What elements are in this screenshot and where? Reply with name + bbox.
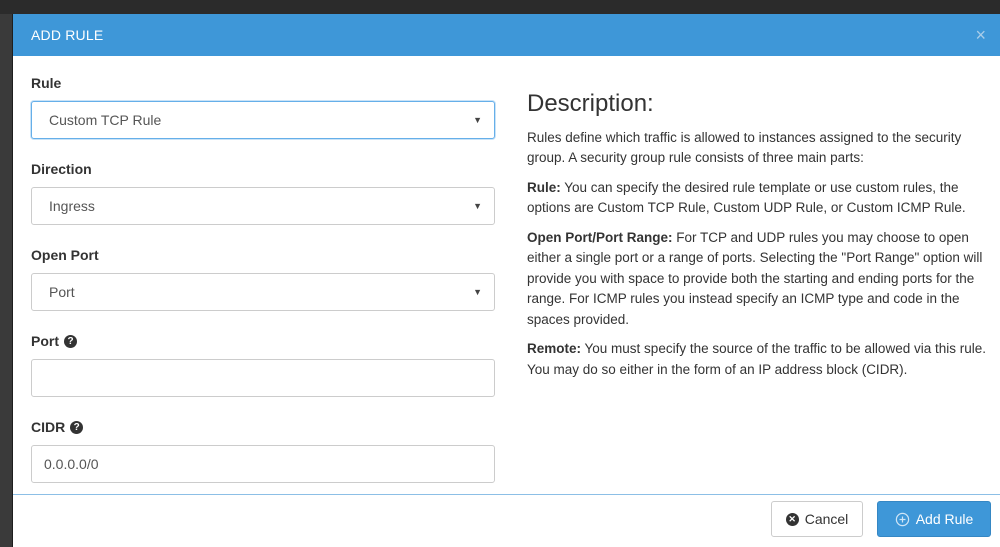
port-field: Port ? (31, 331, 495, 397)
cidr-input[interactable]: 0.0.0.0/0 (31, 445, 495, 483)
question-circle-icon[interactable]: ? (70, 420, 84, 434)
rule-field: Rule Custom TCP Rule ▼ (31, 73, 495, 139)
port-label: Port ? (31, 331, 495, 351)
rule-label: Rule (31, 73, 495, 93)
cidr-label-text: CIDR (31, 419, 66, 435)
chevron-down-icon: ▼ (473, 287, 482, 297)
times-circle-icon: ✕ (785, 512, 799, 526)
description-rule-heading: Rule: (527, 179, 561, 195)
plus-icon (895, 512, 909, 526)
page-backdrop (0, 0, 1000, 14)
description-remote-text: You must specify the source of the traff… (527, 341, 986, 377)
direction-label: Direction (31, 159, 495, 179)
cancel-button-label: Cancel (804, 511, 849, 527)
modal-body: Rule Custom TCP Rule ▼ Direction Ingress… (13, 56, 1000, 494)
add-rule-button[interactable]: Add Rule (877, 501, 991, 537)
cancel-button[interactable]: ✕ Cancel (771, 501, 863, 537)
rule-form: Rule Custom TCP Rule ▼ Direction Ingress… (31, 73, 495, 503)
description-port-heading: Open Port/Port Range: (527, 229, 673, 245)
port-label-text: Port (31, 333, 59, 349)
chevron-down-icon: ▼ (473, 201, 482, 211)
port-input[interactable] (31, 359, 495, 397)
cidr-label: CIDR ? (31, 417, 495, 437)
cidr-input-value: 0.0.0.0/0 (44, 456, 99, 472)
open-port-field: Open Port Port ▼ (31, 245, 495, 311)
open-port-select-value: Port (49, 284, 75, 300)
question-circle-icon[interactable]: ? (64, 334, 77, 348)
close-icon[interactable]: × (975, 26, 986, 44)
open-port-select[interactable]: Port ▼ (31, 273, 495, 311)
description-panel: Description: Rules define which traffic … (527, 90, 987, 389)
description-title: Description: (527, 90, 654, 117)
rule-select-value: Custom TCP Rule (49, 112, 162, 128)
direction-field: Direction Ingress ▼ (31, 159, 495, 225)
open-port-label-text: Open Port (31, 247, 99, 263)
open-port-label: Open Port (31, 245, 495, 265)
description-remote: Remote: You must specify the source of t… (527, 339, 987, 380)
direction-select-value: Ingress (49, 198, 95, 214)
description-intro: Rules define which traffic is allowed to… (527, 129, 962, 166)
modal-title: ADD RULE (31, 27, 104, 43)
chevron-down-icon: ▼ (473, 115, 482, 125)
description-rule: Rule: You can specify the desired rule t… (527, 178, 987, 219)
rule-label-text: Rule (31, 75, 62, 91)
cidr-field: CIDR ? 0.0.0.0/0 (31, 417, 495, 483)
direction-select[interactable]: Ingress ▼ (31, 187, 495, 225)
description-remote-heading: Remote: (527, 341, 582, 356)
add-rule-button-label: Add Rule (915, 511, 974, 527)
add-rule-modal: ADD RULE × Rule Custom TCP Rule ▼ Direct… (12, 14, 1000, 547)
rule-select[interactable]: Custom TCP Rule ▼ (31, 101, 495, 139)
modal-header: ADD RULE × (13, 14, 1000, 56)
direction-label-text: Direction (31, 161, 92, 177)
description-rule-text: You can specify the desired rule templat… (527, 179, 966, 216)
description-port: Open Port/Port Range: For TCP and UDP ru… (527, 228, 987, 331)
modal-footer: ✕ Cancel Add Rule (13, 494, 1000, 547)
